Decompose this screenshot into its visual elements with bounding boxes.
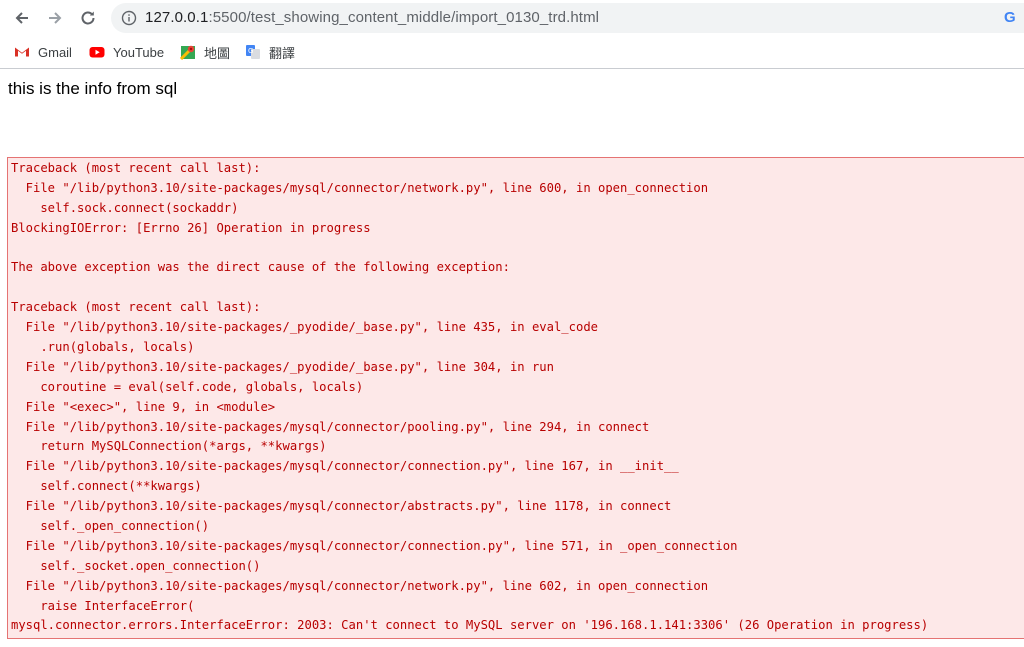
bookmark-label: YouTube <box>113 44 165 60</box>
reload-button[interactable] <box>76 6 100 30</box>
traceback-line: BlockingIOError: [Errno 26] Operation in… <box>11 220 371 235</box>
forward-button[interactable] <box>43 6 67 30</box>
back-arrow-icon <box>15 12 28 24</box>
address-bar[interactable]: 127.0.0.1:5500/test_showing_content_midd… <box>111 3 1024 33</box>
traceback-line: File "/lib/python3.10/site-packages/mysq… <box>11 538 738 553</box>
traceback-line: File "/lib/python3.10/site-packages/mysq… <box>11 419 650 434</box>
traceback-line: self.sock.connect(sockaddr) <box>11 200 239 215</box>
traceback-line: self.connect(**kwargs) <box>11 479 202 494</box>
traceback-error-message: mysql.connector.errors.InterfaceError: 2… <box>11 618 929 633</box>
bookmark-label: Gmail <box>38 44 72 60</box>
traceback-line: raise InterfaceError( <box>11 598 195 613</box>
traceback-line: File "/lib/python3.10/site-packages/_pyo… <box>11 359 554 374</box>
traceback-line: Traceback (most recent call last): <box>11 161 261 175</box>
error-traceback: Traceback (most recent call last): File … <box>11 159 928 636</box>
traceback-line: File "/lib/python3.10/site-packages/mysq… <box>11 459 679 474</box>
browser-chrome: 127.0.0.1:5500/test_showing_content_midd… <box>0 0 1024 69</box>
traceback-line: File "/lib/python3.10/site-packages/mysq… <box>11 578 709 593</box>
traceback-line: File "<exec>", line 9, in <module> <box>11 399 276 414</box>
browser-toolbar: 127.0.0.1:5500/test_showing_content_midd… <box>0 0 1024 36</box>
traceback-line: File "/lib/python3.10/site-packages/mysq… <box>11 499 672 514</box>
traceback-line: self._open_connection() <box>11 519 210 534</box>
bookmarks-bar: Gmail YouTube 地圖 G 翻譯 <box>0 36 1024 69</box>
info-icon[interactable] <box>121 10 137 26</box>
url-text[interactable]: 127.0.0.1:5500/test_showing_content_midd… <box>145 9 599 26</box>
traceback-line <box>11 239 928 259</box>
translate-icon: G <box>245 44 261 60</box>
bookmark-maps[interactable]: 地圖 <box>180 42 230 62</box>
error-traceback-box: Traceback (most recent call last): File … <box>7 157 1024 639</box>
traceback-line: coroutine = eval(self.code, globals, loc… <box>11 379 364 394</box>
bookmark-gmail[interactable]: Gmail <box>14 42 72 62</box>
traceback-line: File "/lib/python3.10/site-packages/_pyo… <box>11 320 598 335</box>
url-host: 127.0.0.1 <box>145 9 209 26</box>
page-heading: this is the info from sql <box>8 79 178 98</box>
url-path: :5500/test_showing_content_middle/import… <box>208 9 600 26</box>
gmail-icon <box>14 44 30 60</box>
bookmark-youtube[interactable]: YouTube <box>89 42 164 62</box>
traceback-line: Traceback (most recent call last): <box>11 300 261 315</box>
traceback-line: The above exception was the direct cause… <box>11 260 510 275</box>
traceback-line <box>11 278 928 298</box>
maps-icon <box>180 44 196 60</box>
bookmark-label: 地圖 <box>204 45 231 61</box>
youtube-icon <box>89 44 105 60</box>
reload-icon <box>81 11 95 25</box>
traceback-line: File "/lib/python3.10/site-packages/mysq… <box>11 180 709 195</box>
forward-arrow-icon <box>49 12 62 24</box>
traceback-line: .run(globals, locals) <box>11 340 195 355</box>
bookmark-translate[interactable]: G 翻譯 <box>245 42 295 62</box>
traceback-line: self._socket.open_connection() <box>11 558 261 573</box>
svg-text:G: G <box>248 47 253 55</box>
google-icon[interactable]: G <box>1004 10 1018 26</box>
bookmark-label: 翻譯 <box>269 45 296 61</box>
back-button[interactable] <box>10 6 34 30</box>
traceback-line: return MySQLConnection(*args, **kwargs) <box>11 439 327 454</box>
